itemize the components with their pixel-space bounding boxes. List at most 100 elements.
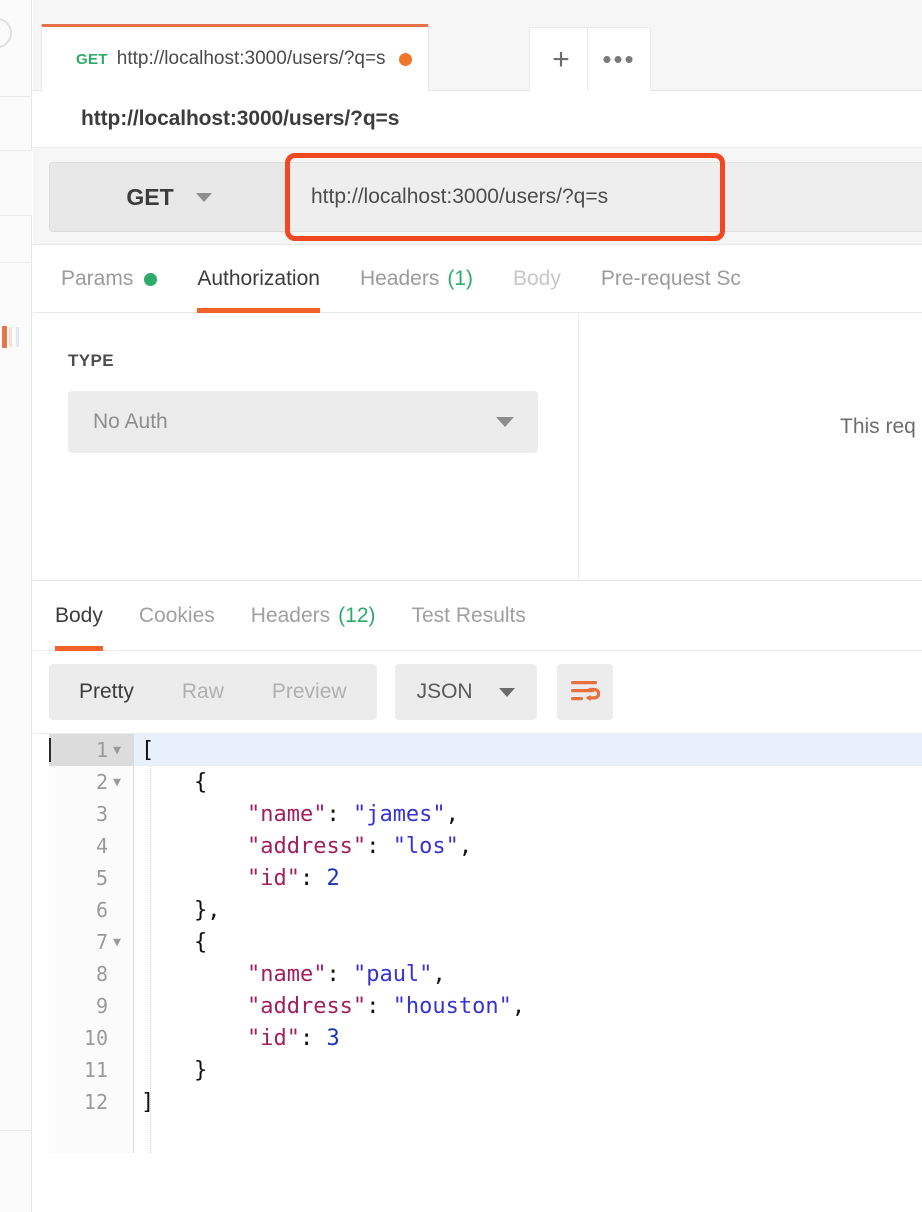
auth-type-select[interactable]: No Auth bbox=[68, 391, 538, 453]
auth-description-section: This req bbox=[579, 313, 922, 580]
tab-params[interactable]: Params bbox=[41, 245, 177, 313]
code-token: "houston" bbox=[392, 993, 512, 1019]
code-line[interactable]: 1 ▼ [ bbox=[49, 734, 922, 766]
code-line[interactable]: 9▼ "address": "houston", bbox=[49, 990, 922, 1022]
url-input-value: http://localhost:3000/users/?q=s bbox=[311, 185, 609, 208]
code-token: }, bbox=[141, 897, 221, 923]
response-tab-cookies[interactable]: Cookies bbox=[121, 581, 233, 651]
code-text: "id": 2 bbox=[134, 862, 922, 894]
main-panel: GET http://localhost:3000/users/?q=s + •… bbox=[33, 0, 922, 1212]
code-token: : bbox=[366, 833, 393, 859]
code-line[interactable]: 3▼ "name": "james", bbox=[49, 798, 922, 830]
code-line[interactable]: 12▼] bbox=[49, 1086, 922, 1118]
code-token: "name" bbox=[246, 961, 327, 987]
sidebar-collection-row[interactable] bbox=[0, 151, 32, 348]
code-line[interactable]: 10▼ "id": 3 bbox=[49, 1022, 922, 1054]
code-text: } bbox=[134, 1054, 922, 1086]
request-title-row: http://localhost:3000/users/?q=s bbox=[33, 91, 922, 148]
response-section-tabs: Body Cookies Headers (12) Test Results bbox=[33, 581, 922, 651]
chevron-down-icon bbox=[195, 192, 212, 202]
auth-type-section: TYPE No Auth bbox=[33, 313, 579, 580]
code-text: "name": "paul", bbox=[134, 958, 922, 990]
code-token: [ bbox=[141, 737, 155, 763]
tab-overflow-button[interactable]: ••• bbox=[587, 27, 651, 91]
fold-toggle-icon[interactable]: ▼ bbox=[108, 776, 126, 789]
active-tab-underline bbox=[55, 646, 103, 651]
request-tab-name: http://localhost:3000/users/?q=s bbox=[116, 48, 386, 69]
new-tab-button[interactable]: + bbox=[529, 27, 593, 91]
code-token: { bbox=[141, 929, 208, 955]
tab-authorization-label: Authorization bbox=[197, 267, 320, 290]
ellipsis-icon: ••• bbox=[602, 44, 636, 75]
url-input[interactable]: http://localhost:3000/users/?q=s bbox=[289, 162, 922, 232]
request-tab-method: GET bbox=[76, 50, 108, 68]
tab-authorization[interactable]: Authorization bbox=[177, 245, 340, 313]
line-number: 10▼ bbox=[83, 1026, 108, 1050]
code-line[interactable]: 4▼ "address": "los", bbox=[49, 830, 922, 862]
code-line[interactable]: 8▼ "name": "paul", bbox=[49, 958, 922, 990]
code-token: "id" bbox=[246, 865, 300, 891]
response-tab-body[interactable]: Body bbox=[37, 581, 121, 651]
code-text: "address": "los", bbox=[134, 830, 922, 862]
response-tab-test-results[interactable]: Test Results bbox=[394, 581, 544, 651]
request-tab-strip: GET http://localhost:3000/users/?q=s + •… bbox=[33, 0, 922, 91]
code-text: "name": "james", bbox=[134, 798, 922, 830]
response-body-code[interactable]: 1▼[2▼ {3▼ "name": "james",4▼ "address": … bbox=[49, 734, 922, 1118]
response-tab-test-results-label: Test Results bbox=[411, 604, 526, 627]
page-title: http://localhost:3000/users/?q=s bbox=[81, 107, 400, 130]
response-tab-body-label: Body bbox=[55, 604, 103, 627]
plus-icon: + bbox=[552, 42, 570, 76]
collection-bar-blue-icon bbox=[16, 327, 19, 347]
line-number: 3▼ bbox=[95, 802, 108, 826]
tab-pre-request-script[interactable]: Pre-request Sc bbox=[581, 245, 761, 313]
tab-headers[interactable]: Headers (1) bbox=[340, 245, 493, 313]
sidebar-divider bbox=[0, 96, 32, 97]
code-token: "name" bbox=[246, 801, 327, 827]
circle-outline-icon bbox=[0, 18, 12, 48]
code-line[interactable]: 2 ▼ { bbox=[49, 766, 922, 798]
response-body-editor[interactable]: 1▼[2▼ {3▼ "name": "james",4▼ "address": … bbox=[33, 733, 922, 1153]
fold-toggle-icon[interactable]: ▼ bbox=[108, 936, 126, 949]
code-token: 3 bbox=[326, 1025, 340, 1051]
view-mode-pretty-label: Pretty bbox=[79, 680, 134, 703]
view-mode-pretty[interactable]: Pretty bbox=[55, 664, 158, 720]
code-token: "address" bbox=[246, 833, 367, 859]
view-mode-raw[interactable]: Raw bbox=[158, 664, 248, 720]
code-token: ] bbox=[141, 1089, 155, 1115]
code-line[interactable]: 5▼ "id": 2 bbox=[49, 862, 922, 894]
auth-type-value: No Auth bbox=[93, 410, 168, 433]
fold-toggle-icon[interactable]: ▼ bbox=[108, 744, 126, 757]
request-tab-active[interactable]: GET http://localhost:3000/users/?q=s bbox=[41, 24, 429, 91]
tab-headers-label: Headers bbox=[359, 267, 440, 290]
tab-params-label: Params bbox=[61, 267, 134, 290]
code-token: "paul" bbox=[352, 961, 433, 987]
line-number: 8▼ bbox=[95, 962, 108, 986]
auth-type-label: TYPE bbox=[68, 351, 115, 370]
code-token: : bbox=[366, 993, 393, 1019]
code-line[interactable]: 6▼ }, bbox=[49, 894, 922, 926]
code-token: , bbox=[458, 833, 473, 859]
sidebar-edge bbox=[0, 0, 32, 1212]
code-token: } bbox=[141, 1057, 208, 1083]
word-wrap-button[interactable] bbox=[556, 664, 613, 720]
code-line[interactable]: 11▼ } bbox=[49, 1054, 922, 1086]
code-token: "address" bbox=[246, 993, 367, 1019]
response-format-select[interactable]: JSON bbox=[394, 664, 537, 720]
view-mode-preview-label: Preview bbox=[271, 680, 347, 703]
code-text: }, bbox=[134, 894, 922, 926]
tab-body[interactable]: Body bbox=[493, 245, 581, 313]
chevron-down-icon bbox=[496, 417, 514, 427]
response-tab-headers[interactable]: Headers (12) bbox=[233, 581, 394, 651]
code-line[interactable]: 7 ▼ { bbox=[49, 926, 922, 958]
code-text: [ bbox=[49, 734, 922, 766]
line-number: 6▼ bbox=[95, 898, 108, 922]
http-method-label: GET bbox=[126, 183, 174, 210]
code-token: 2 bbox=[326, 865, 340, 891]
http-method-selector[interactable]: GET bbox=[49, 162, 289, 232]
response-viewer-toolbar: Pretty Raw Preview JSON bbox=[33, 651, 922, 733]
view-mode-preview[interactable]: Preview bbox=[248, 664, 371, 720]
line-number: 4▼ bbox=[95, 834, 108, 858]
